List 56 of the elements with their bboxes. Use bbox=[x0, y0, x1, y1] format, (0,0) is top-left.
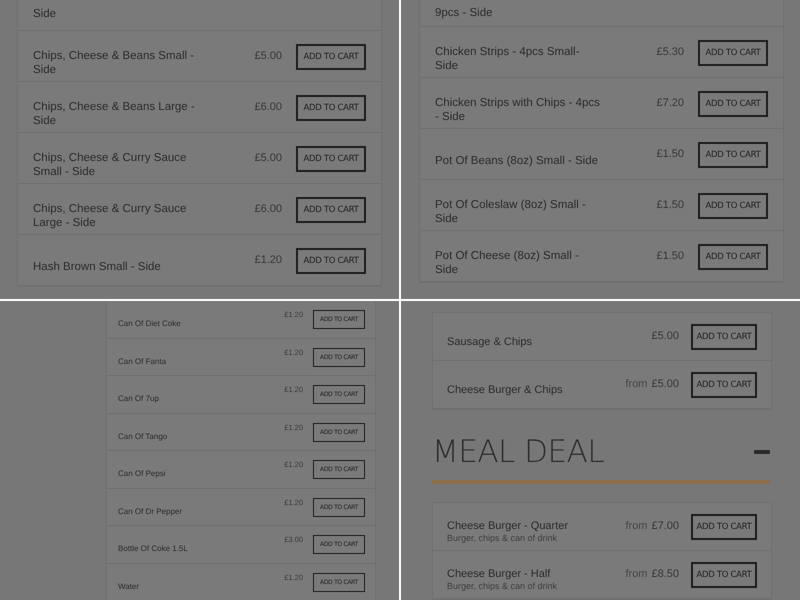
add-to-cart-button[interactable]: ADD TO CART bbox=[296, 248, 366, 274]
item-name: Can Of Fanta bbox=[118, 356, 168, 366]
add-to-cart-button[interactable]: ADD TO CART bbox=[698, 91, 768, 117]
add-to-cart-button[interactable]: ADD TO CART bbox=[691, 372, 757, 398]
item-price: £7.00 bbox=[651, 520, 679, 532]
item-name: Chips, Cheese & Beans Small - Side bbox=[33, 48, 196, 76]
item-name: Hash Brown Small - Side bbox=[33, 260, 162, 274]
item-name: 9pcs - Side bbox=[435, 6, 494, 20]
add-to-cart-button[interactable]: ADD TO CART bbox=[691, 514, 757, 540]
item-name: Can Of Tango bbox=[118, 432, 168, 441]
add-to-cart-button[interactable]: ADD TO CART bbox=[691, 324, 757, 350]
add-to-cart-button[interactable]: ADD TO CART bbox=[296, 146, 366, 172]
item-price: £5.00 bbox=[254, 50, 282, 62]
item-price: £5.00 bbox=[651, 330, 679, 342]
item-price: £7.20 bbox=[656, 97, 684, 109]
item-price: £1.50 bbox=[656, 199, 684, 211]
add-to-cart-button[interactable]: ADD TO CART bbox=[698, 142, 768, 168]
add-to-cart-button[interactable]: ADD TO CART bbox=[296, 95, 366, 121]
add-to-cart-button[interactable]: ADD TO CART bbox=[698, 244, 768, 270]
item-name: Chips, Cheese & Beans Large - Side bbox=[33, 100, 196, 128]
item-name: Pot Of Cheese (8oz) Small - Side bbox=[435, 248, 580, 276]
add-to-cart-button[interactable]: ADD TO CART bbox=[698, 193, 768, 219]
item-price: £6.00 bbox=[254, 101, 282, 113]
item-price: £1.20 bbox=[254, 254, 282, 266]
item-name: Can Of Pepsi bbox=[118, 469, 167, 478]
item-name: Water bbox=[118, 582, 140, 591]
item-name: Pot Of Coleslaw (8oz) Small - Side bbox=[435, 198, 587, 226]
item-name: Can Of 7up bbox=[118, 394, 160, 404]
item-name: Chips, Cheese & Curry Sauce Small - Side bbox=[33, 150, 188, 178]
item-name: Cheese Burger - Half bbox=[447, 568, 552, 581]
add-to-cart-button[interactable]: ADD TO CART bbox=[296, 197, 366, 223]
item-name: Side bbox=[33, 7, 58, 21]
section-title: MEAL DEAL bbox=[432, 434, 604, 470]
item-name: Pot Of Beans (8oz) Small - Side bbox=[435, 154, 599, 168]
item-price: £5.00 bbox=[254, 152, 282, 164]
item-name: Sausage & Chips bbox=[447, 336, 533, 348]
item-price: £1.50 bbox=[656, 148, 684, 160]
item-description: Burger, chips & can of drink bbox=[447, 533, 558, 544]
item-name: Cheese Burger & Chips bbox=[447, 384, 564, 396]
item-name: Cheese Burger - Quarter bbox=[447, 520, 570, 533]
item-price: £8.50 bbox=[651, 568, 679, 580]
item-price: £5.30 bbox=[656, 46, 684, 58]
item-price: £1.50 bbox=[656, 250, 684, 262]
item-name: Can Of Diet Coke bbox=[118, 319, 182, 328]
item-description: Burger, chips & can of drink bbox=[447, 581, 558, 592]
add-to-cart-button[interactable]: ADD TO CART bbox=[691, 562, 757, 588]
add-to-cart-button[interactable]: ADD TO CART bbox=[296, 44, 366, 70]
add-to-cart-button[interactable]: ADD TO CART bbox=[698, 40, 768, 66]
collapse-icon[interactable] bbox=[754, 450, 770, 454]
item-price: £6.00 bbox=[254, 203, 282, 215]
item-name: Chips, Cheese & Curry Sauce Large - Side bbox=[33, 202, 188, 230]
item-name: Can Of Dr Pepper bbox=[118, 506, 184, 516]
item-name: Bottle Of Coke 1.5L bbox=[118, 544, 189, 554]
item-name: Chicken Strips with Chips - 4pcs - Side bbox=[435, 96, 600, 124]
item-price: £5.00 bbox=[651, 378, 679, 390]
item-name: Chicken Strips - 4pcs Small- Side bbox=[435, 44, 580, 72]
